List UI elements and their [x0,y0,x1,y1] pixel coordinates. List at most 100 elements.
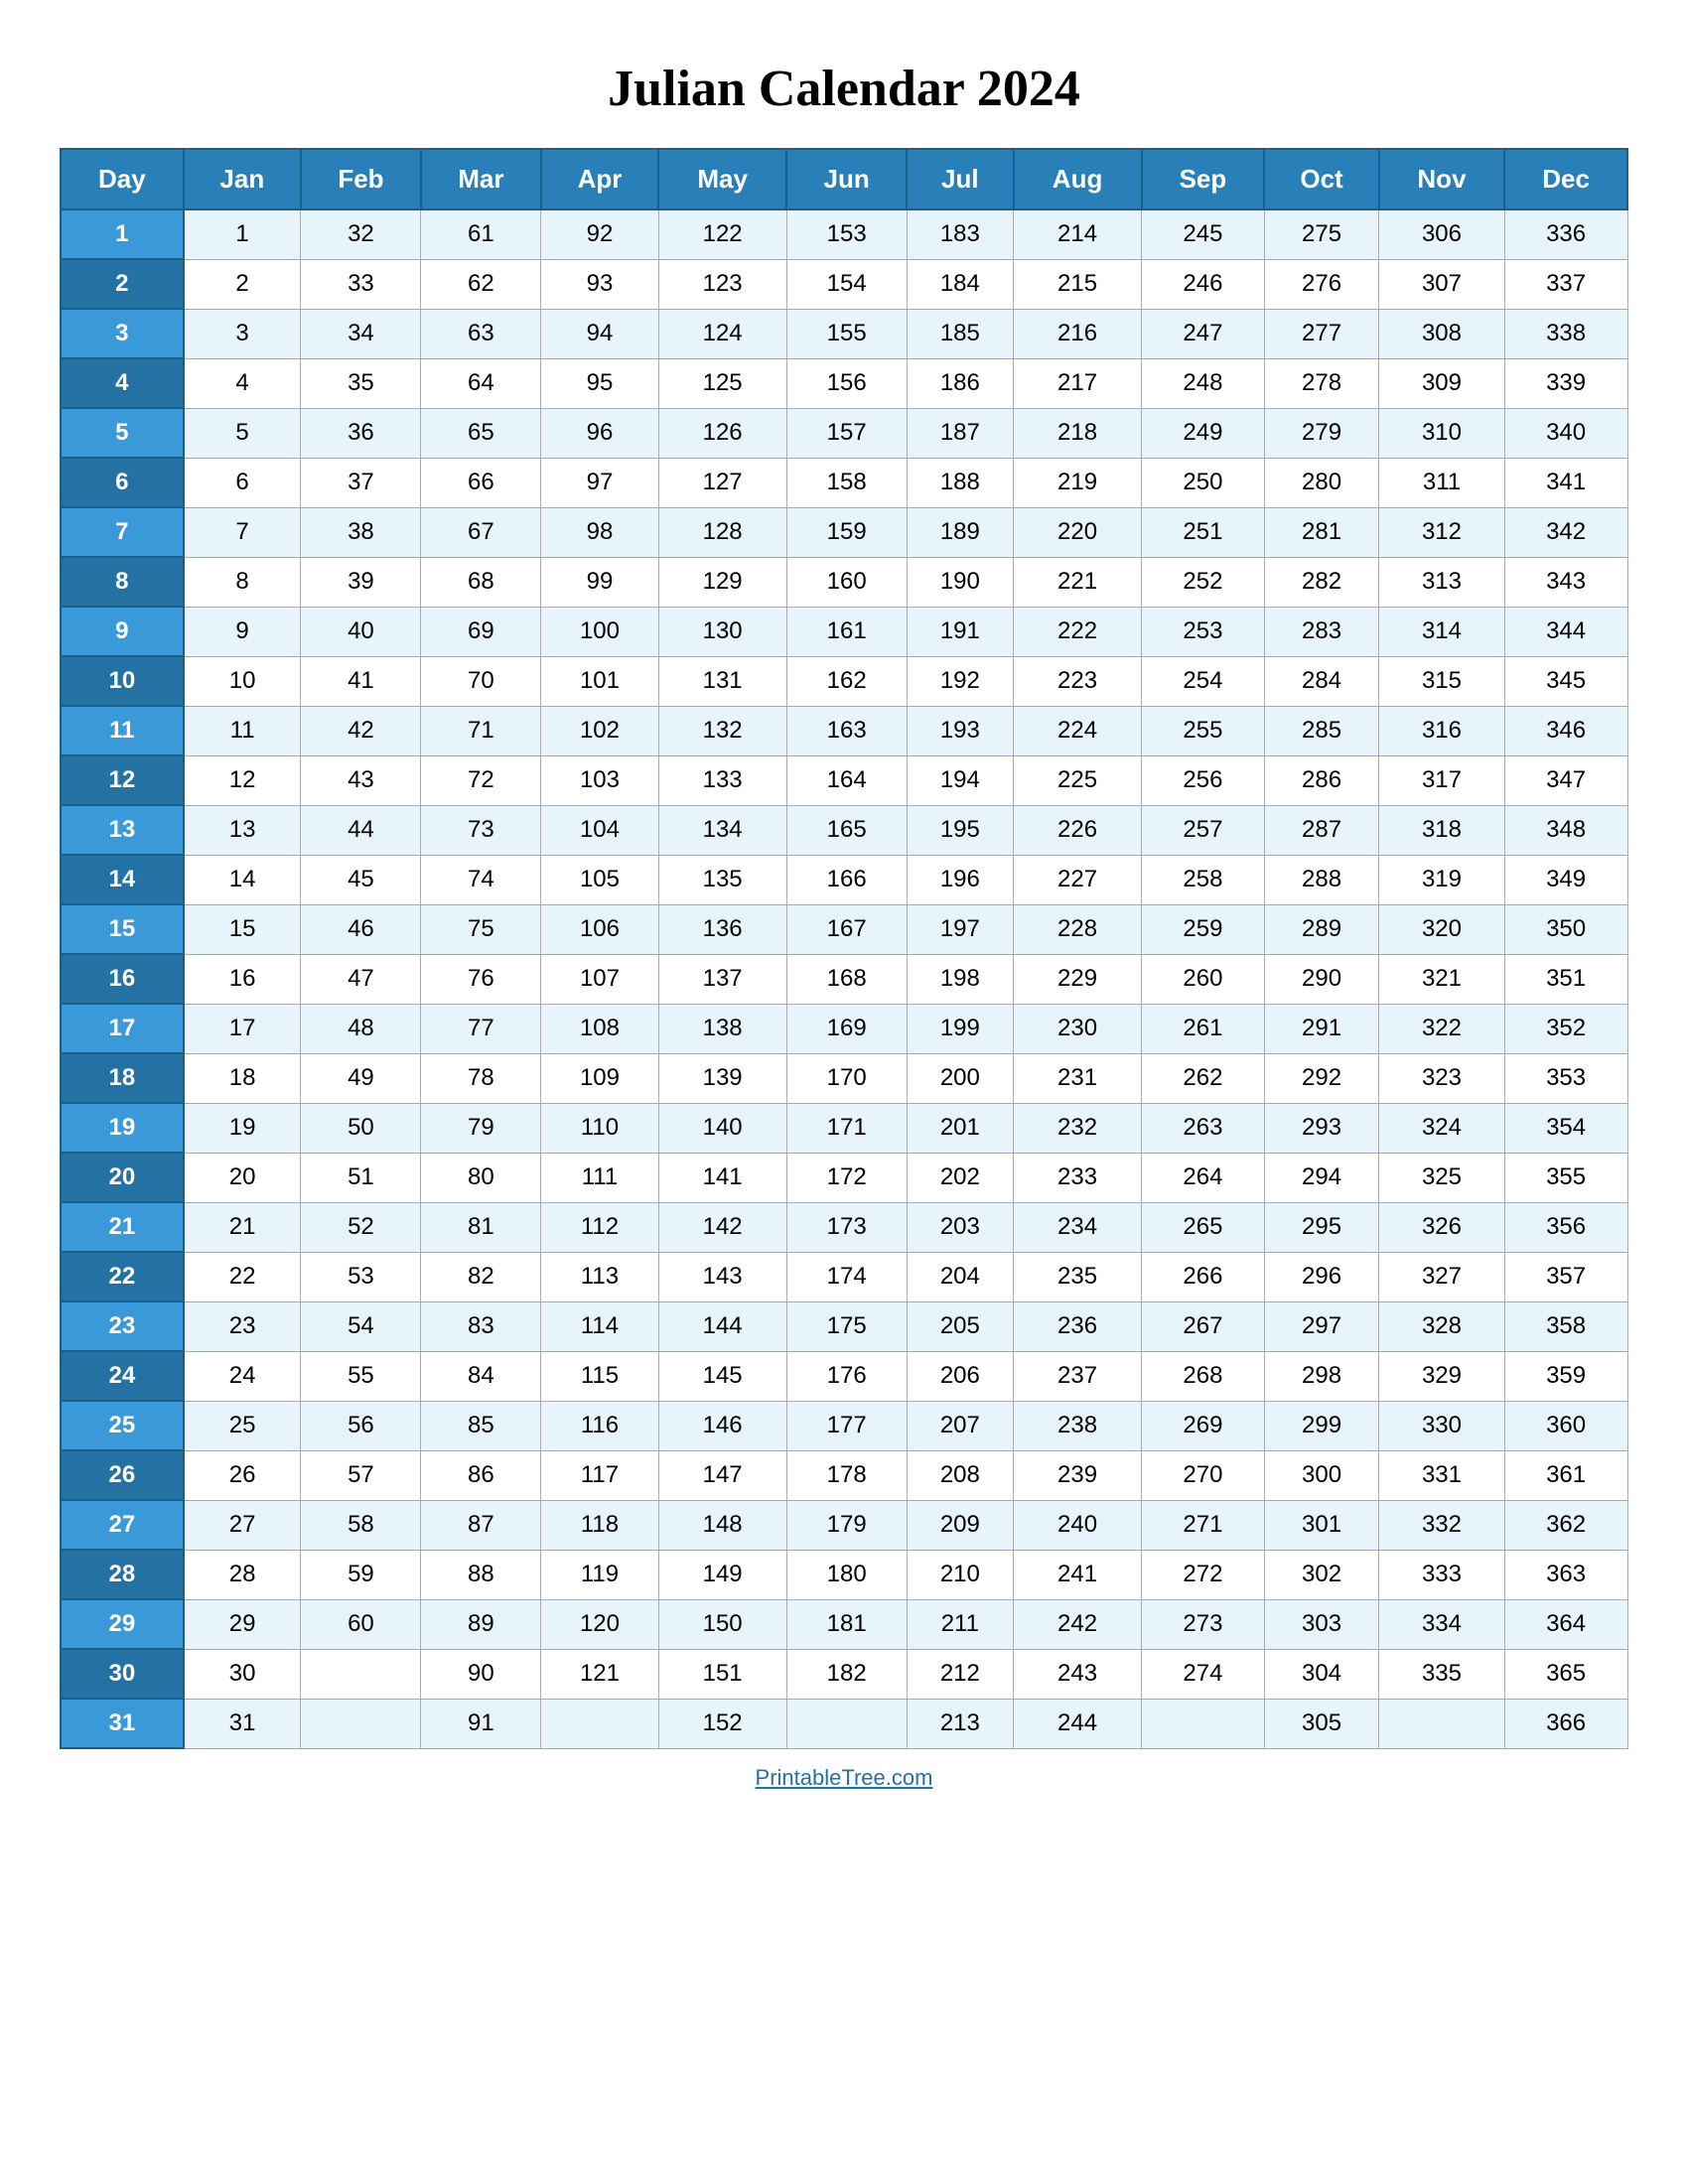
value-cell: 95 [541,358,658,408]
value-cell: 315 [1379,656,1504,706]
value-cell: 307 [1379,259,1504,309]
value-cell: 355 [1504,1153,1627,1202]
value-cell: 227 [1014,855,1142,904]
value-cell: 112 [541,1202,658,1252]
value-cell: 182 [786,1649,907,1699]
value-cell: 192 [907,656,1013,706]
value-cell: 158 [786,458,907,507]
value-cell: 180 [786,1550,907,1599]
table-row: 14144574105135166196227258288319349 [61,855,1627,904]
value-cell: 360 [1504,1401,1627,1450]
value-cell: 223 [1014,656,1142,706]
value-cell: 229 [1014,954,1142,1004]
value-cell: 119 [541,1550,658,1599]
value-cell: 169 [786,1004,907,1053]
value-cell: 106 [541,904,658,954]
value-cell: 249 [1142,408,1265,458]
day-cell: 8 [61,557,184,607]
value-cell: 6 [184,458,301,507]
value-cell: 15 [184,904,301,954]
value-cell: 68 [421,557,541,607]
day-cell: 1 [61,209,184,259]
value-cell: 124 [658,309,786,358]
value-cell: 73 [421,805,541,855]
value-cell: 258 [1142,855,1265,904]
value-cell: 3 [184,309,301,358]
value-cell: 122 [658,209,786,259]
value-cell: 240 [1014,1500,1142,1550]
value-cell: 24 [184,1351,301,1401]
value-cell: 156 [786,358,907,408]
table-row: 22336293123154184215246276307337 [61,259,1627,309]
value-cell: 102 [541,706,658,755]
value-cell: 175 [786,1301,907,1351]
value-cell: 252 [1142,557,1265,607]
value-cell: 30 [184,1649,301,1699]
value-cell: 349 [1504,855,1627,904]
value-cell: 267 [1142,1301,1265,1351]
day-cell: 25 [61,1401,184,1450]
value-cell: 131 [658,656,786,706]
value-cell: 101 [541,656,658,706]
value-cell: 81 [421,1202,541,1252]
value-cell: 281 [1264,507,1379,557]
value-cell: 308 [1379,309,1504,358]
footer-link[interactable]: PrintableTree.com [756,1765,933,1791]
value-cell: 336 [1504,209,1627,259]
value-cell: 274 [1142,1649,1265,1699]
table-row: 26265786117147178208239270300331361 [61,1450,1627,1500]
value-cell: 212 [907,1649,1013,1699]
value-cell: 33 [301,259,421,309]
value-cell: 296 [1264,1252,1379,1301]
value-cell: 285 [1264,706,1379,755]
value-cell: 93 [541,259,658,309]
table-row: 18184978109139170200231262292323353 [61,1053,1627,1103]
value-cell: 200 [907,1053,1013,1103]
value-cell: 241 [1014,1550,1142,1599]
value-cell: 243 [1014,1649,1142,1699]
value-cell: 203 [907,1202,1013,1252]
value-cell: 268 [1142,1351,1265,1401]
value-cell: 29 [184,1599,301,1649]
day-cell: 6 [61,458,184,507]
value-cell: 28 [184,1550,301,1599]
value-cell: 351 [1504,954,1627,1004]
value-cell: 211 [907,1599,1013,1649]
table-row: 27275887118148179209240271301332362 [61,1500,1627,1550]
value-cell: 222 [1014,607,1142,656]
value-cell: 324 [1379,1103,1504,1153]
table-row: 21215281112142173203234265295326356 [61,1202,1627,1252]
value-cell: 160 [786,557,907,607]
table-row: 24245584115145176206237268298329359 [61,1351,1627,1401]
value-cell: 207 [907,1401,1013,1450]
value-cell: 259 [1142,904,1265,954]
table-row: 12124372103133164194225256286317347 [61,755,1627,805]
value-cell: 14 [184,855,301,904]
value-cell: 226 [1014,805,1142,855]
value-cell: 291 [1264,1004,1379,1053]
day-cell: 9 [61,607,184,656]
value-cell: 265 [1142,1202,1265,1252]
value-cell: 311 [1379,458,1504,507]
value-cell: 233 [1014,1153,1142,1202]
value-cell: 164 [786,755,907,805]
value-cell: 286 [1264,755,1379,805]
value-cell: 313 [1379,557,1504,607]
value-cell [1142,1699,1265,1748]
value-cell: 256 [1142,755,1265,805]
value-cell: 196 [907,855,1013,904]
day-cell: 11 [61,706,184,755]
value-cell: 139 [658,1053,786,1103]
table-row: 19195079110140171201232263293324354 [61,1103,1627,1153]
value-cell: 144 [658,1301,786,1351]
value-cell [541,1699,658,1748]
value-cell: 314 [1379,607,1504,656]
column-header-nov: Nov [1379,149,1504,209]
column-header-dec: Dec [1504,149,1627,209]
value-cell: 362 [1504,1500,1627,1550]
table-row: 23235483114144175205236267297328358 [61,1301,1627,1351]
value-cell: 326 [1379,1202,1504,1252]
value-cell: 127 [658,458,786,507]
value-cell: 43 [301,755,421,805]
value-cell: 143 [658,1252,786,1301]
